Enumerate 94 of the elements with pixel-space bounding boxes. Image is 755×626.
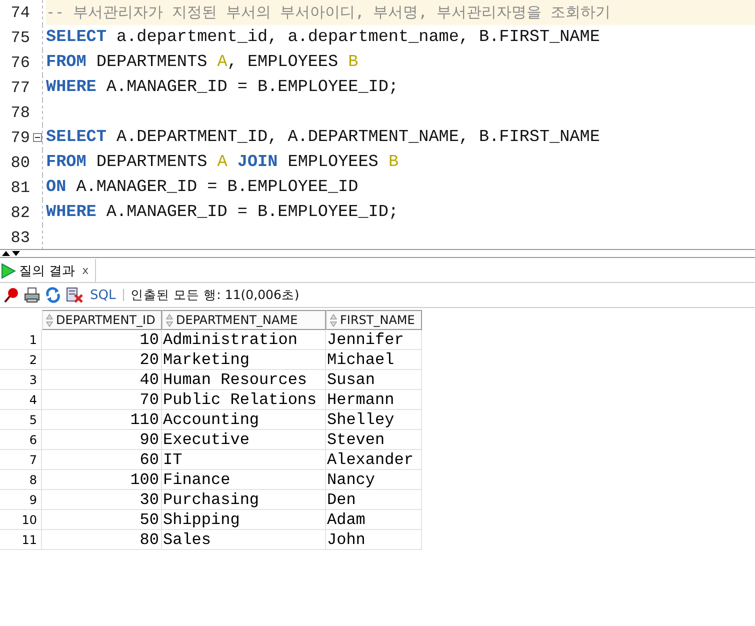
results-tab[interactable]: 질의 결과 x [0,259,96,282]
sql-keyword: JOIN [237,153,278,172]
table-cell: 90 [42,430,162,450]
row-number: 11 [0,530,42,550]
column-header[interactable]: DEPARTMENT_ID [42,310,162,330]
row-number: 6 [0,430,42,450]
row-number: 10 [0,510,42,530]
sql-keyword: SELECT [46,128,106,147]
table-cell: John [326,530,422,550]
code-text: , EMPLOYEES [227,53,340,72]
table-cell: Accounting [162,410,326,430]
sql-keyword: WHERE [46,203,96,222]
tab-label: 질의 결과 [19,262,76,280]
code-text: A.MANAGER_ID = B.EMPLOYEE_ID; [105,78,398,97]
sql-keyword: WHERE [46,78,96,97]
column-header[interactable]: DEPARTMENT_NAME [162,310,326,330]
sql-link[interactable]: SQL [90,288,116,302]
table-cell: Hermann [326,390,422,410]
refresh-icon[interactable] [45,287,61,303]
sort-icon [46,314,53,326]
code-text: A.MANAGER_ID = B.EMPLOYEE_ID; [105,203,398,222]
sql-keyword: FROM [46,53,86,72]
table-cell: 100 [42,470,162,490]
code-text: DEPARTMENTS [95,53,208,72]
printer-icon[interactable] [24,287,40,303]
line-number: 81 [10,178,31,196]
row-number: 9 [0,490,42,510]
table-cell: Purchasing [162,490,326,510]
row-number: 3 [0,370,42,390]
table-cell: Steven [326,430,422,450]
table-cell: Den [326,490,422,510]
table-cell: 10 [42,330,162,350]
table-alias: B [388,153,399,172]
row-number: 4 [0,390,42,410]
table-cell: 30 [42,490,162,510]
code-text: A.MANAGER_ID = B.EMPLOYEE_ID [75,178,358,197]
table-cell: Alexander [326,450,422,470]
table-cell: 50 [42,510,162,530]
line-number: 76 [10,54,31,72]
play-icon [1,262,16,278]
line-number: 83 [10,228,31,246]
table-cell: Marketing [162,350,326,370]
line-number: 78 [10,104,31,122]
status-text: 인출된 모든 행: 11(0,006초) [130,286,300,304]
line-number: 75 [10,28,31,46]
row-number: 2 [0,350,42,370]
code-comment: -- 부서관리자가 지정된 부서의 부서아이디, 부서명, 부서관리자명을 조회하기 [46,3,610,22]
table-cell: Adam [326,510,422,530]
table-cell: 70 [42,390,162,410]
table-cell: Shipping [162,510,326,530]
row-number: 8 [0,470,42,490]
table-cell: Nancy [326,470,422,490]
table-cell: Human Resources [162,370,326,390]
table-cell: 20 [42,350,162,370]
code-text: a.department_id, a.department_name, B.FIRST_NAME [116,28,600,47]
table-cell: Finance [162,470,326,490]
row-number: 1 [0,330,42,350]
code-text: A.DEPARTMENT_ID, A.DEPARTMENT_NAME, B.FIRST_NAME [116,128,600,147]
table-cell: Public Relations [162,390,326,410]
collapse-icon[interactable] [32,133,42,142]
line-number: 82 [10,204,31,222]
table-cell: Susan [326,370,422,390]
table-cell: 80 [42,530,162,550]
table-alias: B [348,53,358,72]
table-alias: A [217,53,228,72]
code-text: EMPLOYEES [286,153,380,172]
line-number: 74 [10,4,31,22]
table-cell: IT [162,450,326,470]
splitter-arrows-icon[interactable] [1,250,21,257]
sort-icon [166,314,173,326]
table-cell: Executive [162,430,326,450]
row-number: 5 [0,410,42,430]
table-alias: A [217,153,228,172]
pin-icon[interactable] [3,287,19,303]
table-cell: 60 [42,450,162,470]
column-header[interactable]: FIRST_NAME [326,310,422,330]
table-cell: Jennifer [326,330,422,350]
line-number: 80 [10,154,31,172]
clear-icon[interactable] [66,287,83,303]
line-number: 77 [10,78,31,96]
table-cell: Sales [162,530,326,550]
table-cell: 40 [42,370,162,390]
row-number: 7 [0,450,42,470]
table-cell: 110 [42,410,162,430]
sort-icon [330,314,337,326]
code-text: DEPARTMENTS [95,153,208,172]
close-tab-button[interactable]: x [82,264,89,277]
table-cell: Shelley [326,410,422,430]
line-number: 79 [10,128,31,146]
table-cell: Administration [162,330,326,350]
sql-keyword: SELECT [46,28,106,47]
sql-keyword: ON [46,178,66,197]
table-cell: Michael [326,350,422,370]
sql-keyword: FROM [46,153,86,172]
